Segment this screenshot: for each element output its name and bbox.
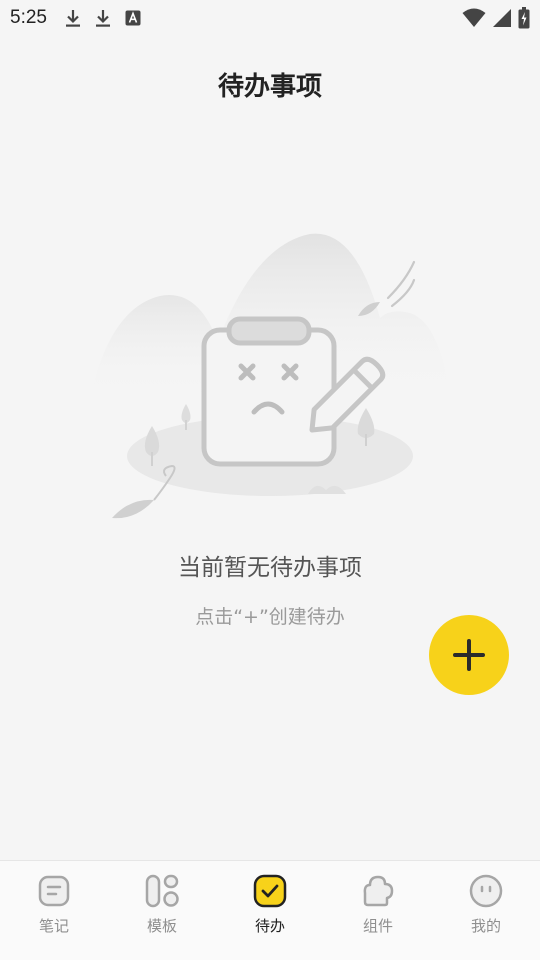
nav-item-notes[interactable]: 笔记: [0, 861, 108, 960]
bottom-nav: 笔记 模板 待办 组件 我的: [0, 860, 540, 960]
nav-label-templates: 模板: [146, 917, 177, 935]
empty-state-title: 当前暂无待办事项: [178, 555, 362, 581]
nav-item-widgets[interactable]: 组件: [324, 861, 432, 960]
widget-icon: [363, 875, 394, 907]
status-bar: 5:25: [0, 0, 540, 36]
plus-icon: [453, 639, 485, 671]
template-icon: [145, 874, 179, 908]
nav-item-todo[interactable]: 待办: [216, 861, 324, 960]
nav-item-profile[interactable]: 我的: [432, 861, 540, 960]
empty-state-illustration: [90, 233, 450, 519]
todo-check-icon: [253, 874, 287, 908]
page-title: 待办事项: [217, 72, 322, 102]
nav-label-notes: 笔记: [38, 917, 69, 935]
app-screen: 5:25 待办事项 当前暂无待办事项 点击“+”创建待办 笔记 模板 待办 组件…: [0, 0, 540, 960]
nav-label-profile: 我的: [470, 917, 501, 935]
nav-label-widgets: 组件: [362, 917, 393, 935]
signal-icon: [493, 9, 511, 27]
profile-face-icon: [469, 874, 503, 908]
nav-label-todo: 待办: [254, 917, 285, 935]
download-icon: [65, 10, 80, 27]
add-todo-button[interactable]: [429, 615, 509, 695]
notification-icons: [65, 8, 141, 28]
download-icon: [95, 10, 110, 27]
text-a-icon: [125, 10, 141, 26]
wifi-icon: [462, 8, 486, 27]
system-icons: [462, 7, 530, 29]
note-icon: [38, 875, 70, 907]
nav-item-templates[interactable]: 模板: [108, 861, 216, 960]
status-time: 5:25: [10, 7, 47, 28]
battery-icon: [518, 7, 530, 29]
